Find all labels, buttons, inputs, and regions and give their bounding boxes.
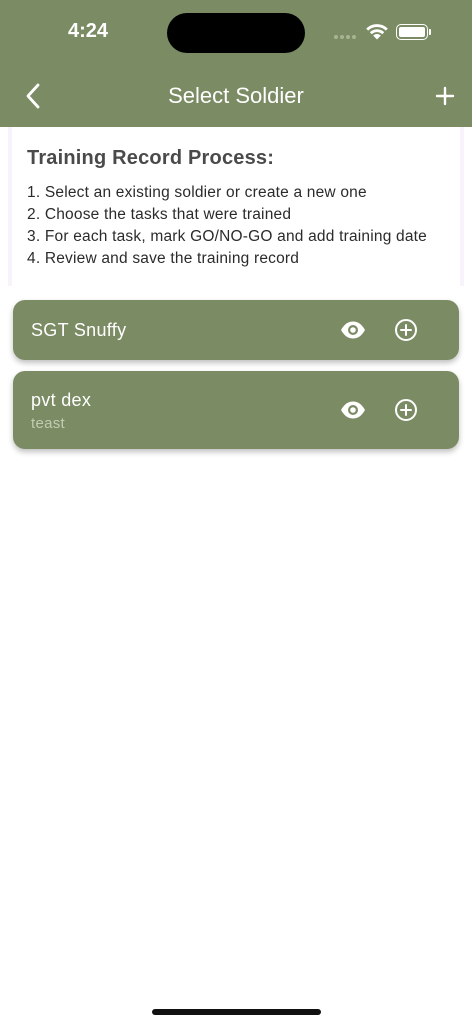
instructions-heading: Training Record Process: <box>27 147 275 169</box>
add-circle-icon <box>395 399 417 421</box>
soldier-subtitle: teast <box>31 415 66 432</box>
home-indicator <box>152 1009 321 1015</box>
instruction-step: 3. For each task, mark GO/NO-GO and add … <box>27 228 427 245</box>
eye-icon <box>341 321 365 339</box>
view-soldier-button[interactable] <box>339 316 367 344</box>
plus-icon <box>435 86 455 106</box>
instruction-step: 2. Choose the tasks that were trained <box>27 206 292 223</box>
status-time: 4:24 <box>68 20 109 42</box>
instruction-step: 4. Review and save the training record <box>27 250 300 267</box>
app-header: 4:24 Select Soldier <box>0 0 472 127</box>
add-circle-icon <box>395 319 417 341</box>
add-training-button[interactable] <box>392 316 420 344</box>
battery-icon <box>396 24 428 40</box>
dynamic-island <box>167 13 305 53</box>
battery-tip <box>429 29 431 35</box>
view-soldier-button[interactable] <box>339 396 367 424</box>
cellular-signal-icon <box>334 35 356 39</box>
eye-icon <box>341 401 365 419</box>
soldier-card[interactable]: pvt dex teast <box>13 371 459 449</box>
soldier-card[interactable]: SGT Snuffy <box>13 300 459 360</box>
instruction-step: 1. Select an existing soldier or create … <box>27 184 367 201</box>
instructions-panel: Training Record Process: 1. Select an ex… <box>8 127 464 286</box>
wifi-icon <box>365 22 389 45</box>
soldier-name: SGT Snuffy <box>31 320 127 340</box>
add-soldier-button[interactable] <box>430 81 460 111</box>
page-title: Select Soldier <box>168 83 304 108</box>
soldier-name: pvt dex <box>31 390 92 410</box>
add-training-button[interactable] <box>392 396 420 424</box>
